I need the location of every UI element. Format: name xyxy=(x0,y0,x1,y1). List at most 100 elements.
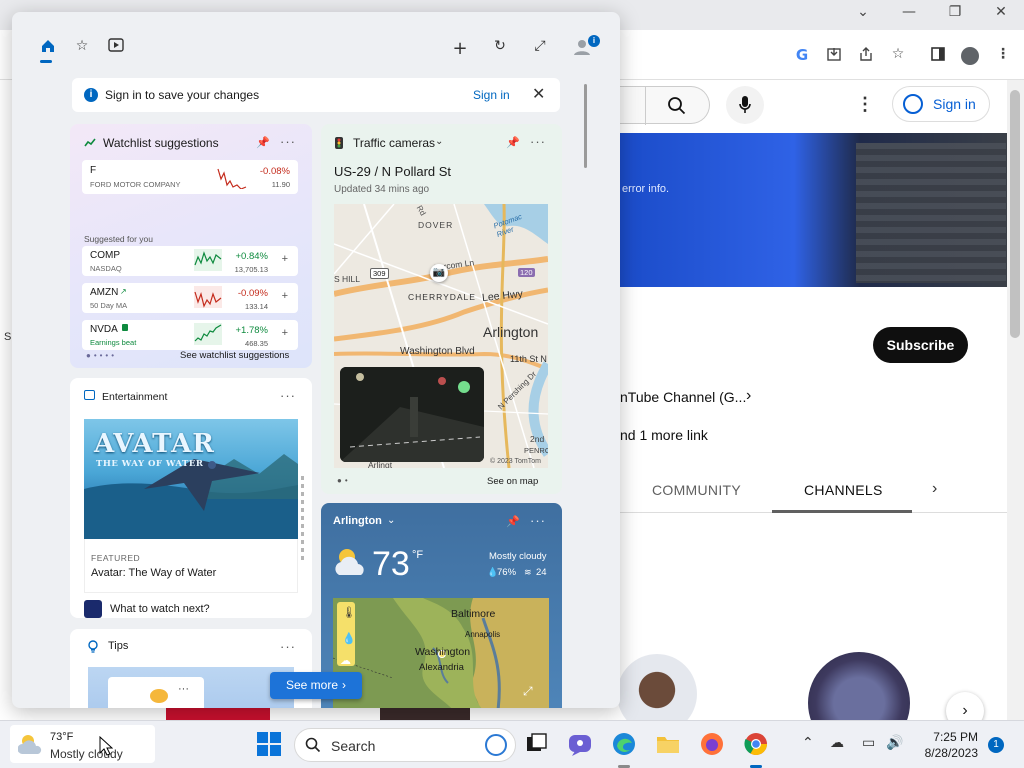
add-widget-icon[interactable]: + xyxy=(450,38,470,59)
chevron-down-icon[interactable]: ⌄ xyxy=(435,136,443,147)
see-on-map-link[interactable]: See on map xyxy=(487,476,538,487)
pin-icon[interactable]: 📌 xyxy=(506,515,520,528)
what-to-watch-link[interactable]: What to watch next? xyxy=(110,603,210,615)
stock-row[interactable]: COMP NASDAQ +0.84% 13,705.13 + xyxy=(82,246,298,276)
scrollbar-thumb[interactable] xyxy=(1010,90,1020,338)
search-icon[interactable] xyxy=(667,96,687,119)
weather-temperature: 73 xyxy=(372,545,410,583)
featured-movie-image[interactable]: AVATAR THE WAY OF WATER xyxy=(84,419,298,539)
map-label: Arlington xyxy=(483,324,539,340)
start-button-icon[interactable] xyxy=(256,731,282,757)
network-icon[interactable]: ▭ xyxy=(862,735,875,751)
more-options-icon[interactable]: ··· xyxy=(530,134,546,149)
pager-dots[interactable]: ●•••• xyxy=(86,351,117,360)
see-watchlist-link[interactable]: See watchlist suggestions xyxy=(180,350,289,361)
teams-chat-icon[interactable] xyxy=(567,731,593,757)
traffic-title[interactable]: Traffic cameras xyxy=(353,136,435,150)
see-more-button[interactable]: See more › xyxy=(270,672,362,699)
pin-icon[interactable]: 📌 xyxy=(506,136,520,149)
add-stock-icon[interactable]: + xyxy=(282,253,288,265)
taskbar-search-box[interactable]: Search xyxy=(294,728,516,762)
home-icon[interactable] xyxy=(38,38,58,58)
chevron-down-icon[interactable]: ⌄ xyxy=(387,515,395,526)
yt-more-icon[interactable]: ⋮ xyxy=(856,92,874,118)
pager-dots[interactable]: ●• xyxy=(337,476,351,485)
traffic-camera-image[interactable] xyxy=(340,367,484,462)
panel-scrollbar[interactable] xyxy=(584,84,587,168)
partly-cloudy-icon xyxy=(333,545,369,582)
temperature-layer-icon[interactable]: 🌡 xyxy=(342,606,356,619)
stock-symbol: F xyxy=(90,165,97,176)
more-options-icon[interactable]: ··· xyxy=(280,639,296,654)
install-app-icon[interactable] xyxy=(824,46,844,66)
page-scrollbar[interactable] xyxy=(1007,80,1024,720)
map-label: Washington xyxy=(415,646,471,658)
add-stock-icon[interactable]: + xyxy=(282,327,288,339)
weather-map[interactable]: 🌡 💧 ☁ Baltimore Annapolis Washington Ale… xyxy=(333,598,549,708)
stock-row[interactable]: AMZN ↗ 50 Day MA -0.09% 133.14 + xyxy=(82,283,298,313)
map-label: CHERRYDALE xyxy=(408,292,476,302)
microphone-icon[interactable] xyxy=(726,86,764,124)
chrome-menu-icon[interactable]: ⋮ xyxy=(993,46,1013,66)
stock-row[interactable]: NVDA Earnings beat +1.78% 468.35 + xyxy=(82,320,298,350)
carousel-dots[interactable] xyxy=(301,476,304,564)
chevron-right-icon[interactable]: › xyxy=(746,387,751,405)
tabs-next-chevron-icon[interactable]: › xyxy=(932,480,937,498)
share-icon[interactable] xyxy=(856,46,876,66)
expand-map-icon[interactable]: ⤢ xyxy=(523,684,533,699)
subscribe-button[interactable]: Subscribe xyxy=(873,327,968,363)
firefox-icon[interactable] xyxy=(699,731,725,757)
camera-marker-icon[interactable]: 📷 xyxy=(430,264,448,282)
volume-icon[interactable]: 🔊 xyxy=(886,735,903,751)
more-options-icon[interactable]: ··· xyxy=(178,683,189,695)
taskbar: 73°F Mostly cloudy Search ⌃ ☁ ▭ 🔊 7:25 P… xyxy=(0,720,1024,768)
tab-search-button[interactable]: ⌄ xyxy=(851,4,875,26)
minimize-button[interactable]: — xyxy=(897,4,921,26)
yt-sign-in-button[interactable]: Sign in xyxy=(892,86,990,122)
bookmark-star-icon[interactable]: ☆ xyxy=(888,46,908,66)
precipitation-layer-icon[interactable]: 💧 xyxy=(342,632,356,645)
task-view-icon[interactable] xyxy=(524,731,550,757)
video-thumbnail[interactable] xyxy=(166,708,270,720)
expand-icon[interactable]: ⤢ xyxy=(530,38,550,58)
channel-link[interactable]: nTube Channel (G... xyxy=(620,389,746,405)
yt-search-box[interactable] xyxy=(620,86,710,125)
more-options-icon[interactable]: ··· xyxy=(280,134,296,149)
signin-link[interactable]: Sign in xyxy=(473,88,510,102)
restore-button[interactable]: ❐ xyxy=(943,4,967,26)
chrome-icon[interactable] xyxy=(743,731,769,757)
tab-community[interactable]: COMMUNITY xyxy=(652,482,741,498)
add-stock-icon[interactable]: + xyxy=(282,290,288,302)
tab-channels[interactable]: CHANNELS xyxy=(804,482,883,498)
google-icon[interactable]: G xyxy=(792,46,812,66)
edge-browser-icon[interactable] xyxy=(611,731,637,757)
cloud-layer-icon[interactable]: ☁ xyxy=(340,654,351,667)
video-icon[interactable] xyxy=(106,38,126,58)
show-hidden-icons-chevron-icon[interactable]: ⌃ xyxy=(802,735,814,751)
favorites-icon[interactable]: ☆ xyxy=(72,38,92,58)
taskbar-clock[interactable]: 7:25 PM 8/28/2023 xyxy=(920,729,978,761)
tip-image[interactable]: ··· xyxy=(88,667,294,708)
refresh-icon[interactable]: ↻ xyxy=(490,38,510,58)
yt-sign-in-label: Sign in xyxy=(933,96,976,112)
more-options-icon[interactable]: ··· xyxy=(530,513,546,528)
file-explorer-icon[interactable] xyxy=(655,731,681,757)
featured-headline: Avatar: The Way of Water xyxy=(91,567,217,579)
close-icon[interactable]: ✕ xyxy=(532,84,545,103)
stock-row[interactable]: F FORD MOTOR COMPANY -0.08% 11.90 xyxy=(82,160,298,194)
video-thumbnail[interactable] xyxy=(380,708,470,720)
side-panel-icon[interactable] xyxy=(928,46,948,66)
onedrive-icon[interactable]: ☁ xyxy=(830,735,844,751)
chrome-profile-icon[interactable] xyxy=(961,47,979,65)
pin-icon[interactable]: 📌 xyxy=(256,136,270,149)
more-options-icon[interactable]: ··· xyxy=(280,388,296,403)
close-window-button[interactable]: ✕ xyxy=(989,4,1013,26)
camera-updated: Updated 34 mins ago xyxy=(334,184,430,195)
bing-icon[interactable] xyxy=(485,734,507,756)
featured-movie-info[interactable]: FEATURED Avatar: The Way of Water xyxy=(84,539,298,593)
notification-badge[interactable]: 1 xyxy=(988,737,1004,753)
weather-location[interactable]: Arlington xyxy=(333,515,382,527)
more-links[interactable]: nd 1 more link xyxy=(620,427,708,443)
traffic-map[interactable]: DOVER Potomac River Rd S HILL 309 Lorcom… xyxy=(334,204,548,468)
taskbar-weather-widget[interactable]: 73°F Mostly cloudy xyxy=(10,725,155,763)
